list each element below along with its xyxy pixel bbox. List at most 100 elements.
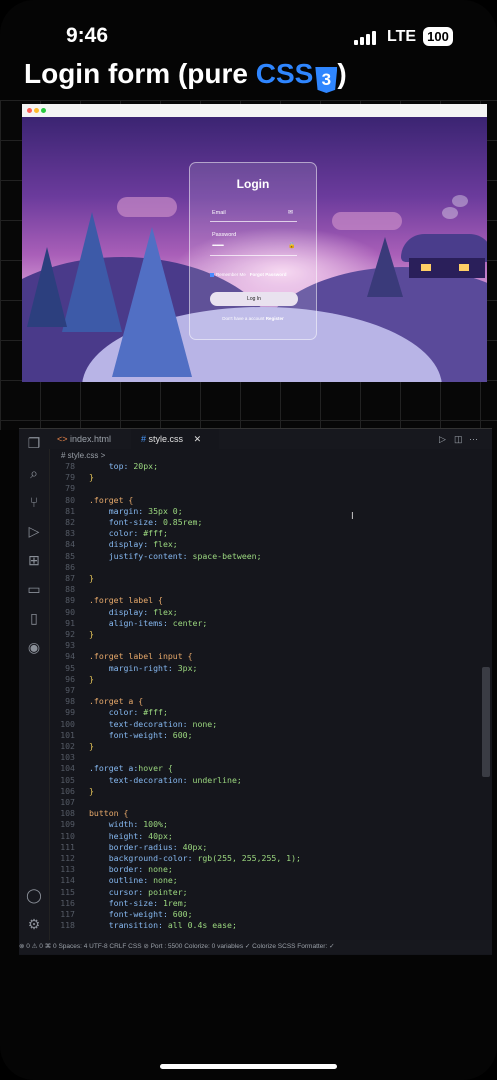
login-button[interactable]: Log In <box>210 292 298 306</box>
register-text: Don't have a account Register <box>190 316 316 321</box>
line-number: 89 <box>65 595 75 606</box>
tab-label: style.css <box>148 434 184 444</box>
remember-label: Remember Me <box>216 272 246 277</box>
code-line[interactable]: font-weight: 600; <box>89 909 193 919</box>
split-editor-icon[interactable]: ◫ <box>454 429 463 449</box>
line-number: 110 <box>60 830 75 841</box>
register-prompt: Don't have a account <box>222 316 265 321</box>
line-number: 85 <box>65 550 75 561</box>
tab-index-html[interactable]: <> index.html <box>57 429 131 449</box>
pine-tree-icon <box>112 227 192 377</box>
line-number: 79 <box>65 483 75 494</box>
code-line[interactable]: outline: none; <box>89 875 178 885</box>
code-line[interactable]: border: none; <box>89 864 173 874</box>
forgot-password-link[interactable]: Forgot Password <box>250 272 287 277</box>
password-field[interactable] <box>210 255 297 256</box>
github-icon[interactable]: ◉ <box>26 639 42 655</box>
code-line[interactable]: color: #fff; <box>89 528 168 538</box>
code-line[interactable]: } <box>89 786 94 796</box>
line-number: 93 <box>65 640 75 651</box>
code-line[interactable]: font-size: 0.85rem; <box>89 517 203 527</box>
code-line[interactable]: border-radius: 40px; <box>89 842 208 852</box>
device-icon[interactable]: ▯ <box>26 610 42 626</box>
email-field[interactable] <box>210 221 297 222</box>
folder-icon[interactable]: ▭ <box>26 581 42 597</box>
code-line[interactable]: height: 40px; <box>89 831 173 841</box>
source-control-icon[interactable]: ⑂ <box>26 494 42 510</box>
remember-row: Remember Me Forgot Password <box>210 272 287 277</box>
signal-icon <box>354 30 380 45</box>
minimize-dot-icon <box>34 108 39 113</box>
code-line[interactable]: color: #fff; <box>89 707 168 717</box>
account-icon[interactable]: ◯ <box>26 887 42 903</box>
line-number: 104 <box>60 763 75 774</box>
line-number: 80 <box>65 494 75 505</box>
line-number: 111 <box>60 841 75 852</box>
line-number: 92 <box>65 629 75 639</box>
code-line[interactable]: text-decoration: none; <box>89 719 217 729</box>
line-number: 100 <box>60 718 75 729</box>
code-line[interactable]: width: 100%; <box>89 819 168 829</box>
code-line[interactable]: .forget { <box>89 495 133 505</box>
line-number: 82 <box>65 517 75 527</box>
code-line[interactable]: .forget a:hover { <box>89 763 173 773</box>
code-line[interactable]: } <box>89 472 94 482</box>
line-number: 118 <box>60 920 75 931</box>
remember-checkbox[interactable] <box>210 272 214 277</box>
editor-status-bar: ⊗ 0 ⚠ 0 ⌘ 0 Spaces: 4 UTF-8 CRLF CSS ⊘ P… <box>19 940 492 954</box>
search-icon[interactable]: ⌕ <box>26 465 42 481</box>
code-line[interactable]: margin: 35px 0; <box>89 506 183 516</box>
code-line[interactable]: margin-right: 3px; <box>89 663 198 673</box>
code-line[interactable]: transition: all 0.4s ease; <box>89 920 237 930</box>
close-dot-icon <box>27 108 32 113</box>
files-icon[interactable]: ❐ <box>26 435 42 451</box>
code-line[interactable]: .forget label input { <box>89 651 193 661</box>
login-card: Login Email ✉ Password •••••••••••• 🔒 Re… <box>189 162 317 340</box>
extensions-icon[interactable]: ⊞ <box>26 552 42 568</box>
code-line[interactable]: justify-content: space-between; <box>89 551 262 561</box>
more-actions-icon[interactable]: ⋯ <box>469 429 478 449</box>
code-line[interactable]: display: flex; <box>89 607 178 617</box>
code-line[interactable]: } <box>89 573 94 583</box>
title-prefix: Login form (pure <box>24 58 256 89</box>
cabin-icon <box>401 234 487 278</box>
register-link[interactable]: Register <box>266 316 284 321</box>
tab-style-css[interactable]: # style.css ✕ <box>131 429 219 449</box>
code-line[interactable]: } <box>89 741 94 751</box>
browser-titlebar <box>22 104 487 117</box>
line-number: 90 <box>65 606 75 617</box>
code-line[interactable]: .forget a { <box>89 696 143 706</box>
code-line[interactable]: } <box>89 629 94 639</box>
code-line[interactable]: top: 20px; <box>89 461 158 471</box>
battery-icon: 100 <box>423 27 453 46</box>
code-line[interactable]: .forget label { <box>89 595 163 605</box>
run-icon[interactable]: ▷ <box>439 429 446 449</box>
pine-tree-icon <box>367 237 403 297</box>
code-editor: ❐ ⌕ ⑂ ▷ ⊞ ▭ ▯ ◉ ◯ ⚙ <> index.html # styl… <box>19 428 492 955</box>
code-line[interactable]: font-weight: 600; <box>89 730 193 740</box>
code-line[interactable]: background-color: rgb(255, 255,255, 1); <box>89 853 301 863</box>
scrollbar[interactable] <box>482 667 490 777</box>
code-line[interactable]: button { <box>89 808 128 818</box>
close-tab-icon[interactable]: ✕ <box>194 434 202 444</box>
code-line[interactable]: align-items: center; <box>89 618 208 628</box>
line-number: 109 <box>60 819 75 830</box>
code-line[interactable]: cursor: pointer; <box>89 887 188 897</box>
editor-tabs: <> index.html # style.css ✕ ▷ ◫ ⋯ <box>49 429 492 449</box>
line-number: 95 <box>65 662 75 673</box>
line-number: 88 <box>65 584 75 595</box>
home-indicator[interactable] <box>160 1064 337 1069</box>
breadcrumb[interactable]: # style.css > <box>61 451 105 460</box>
code-line[interactable]: display: flex; <box>89 539 178 549</box>
code-line[interactable]: font-size: 1rem; <box>89 898 188 908</box>
run-debug-icon[interactable]: ▷ <box>26 523 42 539</box>
code-line[interactable]: } <box>89 674 94 684</box>
line-number: 98 <box>65 696 75 707</box>
line-number: 94 <box>65 651 75 662</box>
code-line[interactable]: text-decoration: underline; <box>89 775 242 785</box>
settings-gear-icon[interactable]: ⚙ <box>26 916 42 932</box>
css-icon: # <box>141 434 147 444</box>
envelope-icon: ✉ <box>288 210 294 216</box>
line-number: 108 <box>60 808 75 819</box>
line-number: 84 <box>65 539 75 550</box>
